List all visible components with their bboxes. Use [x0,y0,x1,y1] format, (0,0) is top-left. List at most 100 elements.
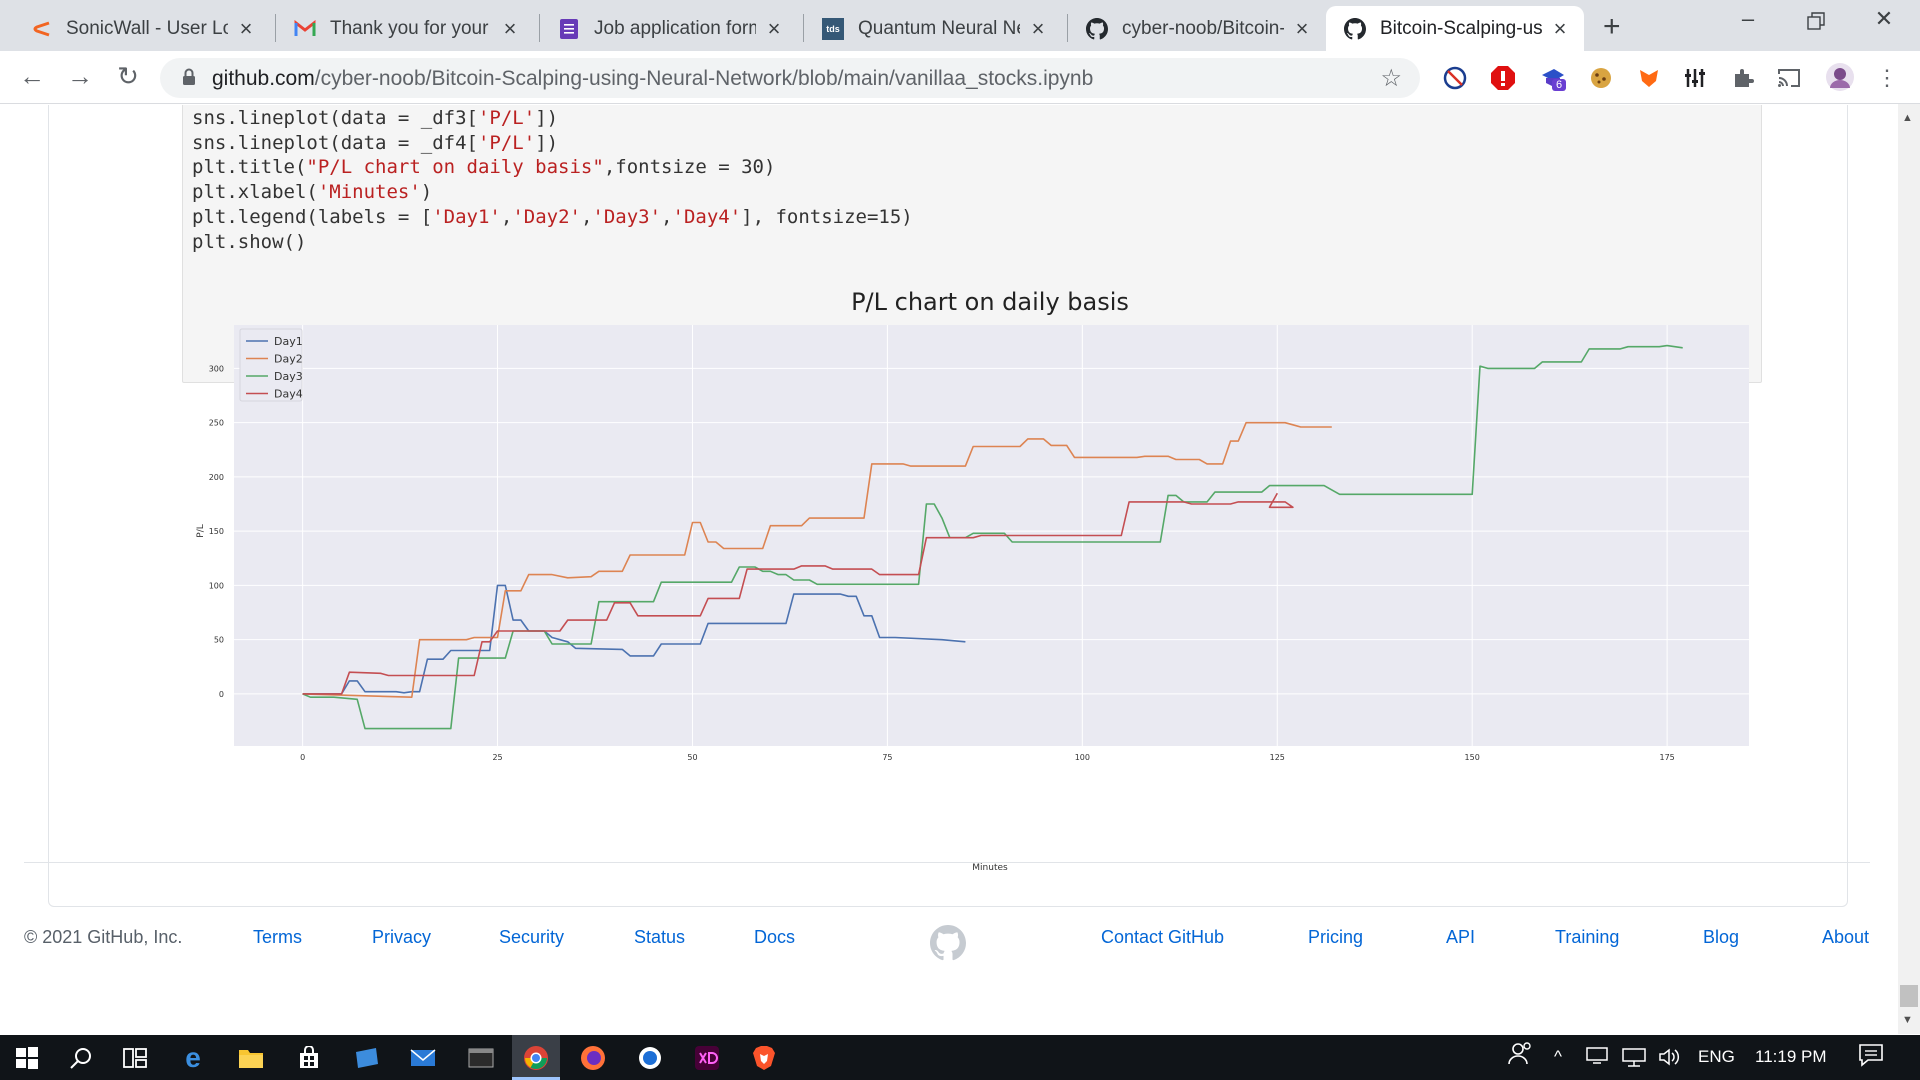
tds-icon: tds [822,17,844,40]
menu-kebab-icon[interactable]: ⋮ [1874,65,1900,91]
forms-icon [558,18,580,40]
tray-chevron-up-icon[interactable]: ^ [1554,1047,1562,1067]
network-icon[interactable] [1622,1047,1646,1072]
tab-title: Quantum Neural Net [858,17,1020,39]
block-extension-icon[interactable] [1442,65,1468,91]
windows-start-icon[interactable] [12,1043,42,1073]
pl-line-chart: 0 25 50 75 100 125 150 175 0 50 100 150 200 250 300 Da… [196,325,1749,873]
close-window-icon[interactable]: ✕ [1864,6,1904,32]
footer-link-blog[interactable]: Blog [1703,927,1739,948]
y-tick-label: 200 [209,473,224,482]
footer-link-pricing[interactable]: Pricing [1308,927,1363,948]
x-tick-label: 150 [1465,753,1480,762]
tab-strip: SonicWall - User Log × Thank you for you… [0,0,1920,51]
tab-title: SonicWall - User Log [66,17,228,39]
restore-icon[interactable] [1796,10,1836,36]
firefox-icon[interactable] [578,1043,608,1073]
lock-icon [182,68,196,91]
task-view-icon[interactable] [120,1043,150,1073]
chart-title: P/L chart on daily basis [851,288,1129,316]
tab-close-icon[interactable]: × [1028,16,1048,42]
store-icon[interactable] [294,1043,324,1073]
code-line: plt.xlabel('Minutes') [192,181,432,203]
github-logo-icon[interactable] [930,925,966,966]
mail-envelope-icon[interactable] [408,1043,438,1073]
legend-label: Day1 [274,335,303,348]
page-scrollbar[interactable] [1898,104,1920,1034]
back-icon[interactable]: ← [16,61,48,92]
minimize-icon[interactable]: – [1728,6,1768,32]
code-string-token: 'P/L' [477,107,536,129]
tab-github-notebook[interactable]: Bitcoin-Scalping-usi × [1326,6,1584,51]
tab-close-icon[interactable]: × [764,16,784,42]
fox-extension-icon[interactable] [1636,65,1662,91]
bookmark-star-icon[interactable]: ☆ [1380,64,1402,93]
footer-link-training[interactable]: Training [1555,927,1619,948]
code-token: sns.lineplot(data = _df4[ [192,132,478,154]
edge-icon[interactable]: e [178,1042,208,1073]
tab-close-icon[interactable]: × [1292,16,1312,42]
footer-link-about[interactable]: About [1822,927,1869,948]
tab-title: Thank you for your a [330,17,492,39]
code-string-token: 'Day2' [512,206,581,228]
scroll-down-icon[interactable]: ▼ [1902,1014,1913,1026]
adobe-xd-icon[interactable] [692,1043,722,1073]
reload-icon[interactable]: ↻ [112,61,144,92]
notification-center-icon[interactable] [1858,1043,1884,1072]
adblock-icon[interactable] [1490,65,1516,91]
extensions-puzzle-icon[interactable] [1730,65,1756,91]
cast-icon[interactable] [1776,65,1802,91]
tab-sonicwall[interactable]: SonicWall - User Log × [12,6,270,51]
equalizer-icon[interactable] [1682,65,1708,91]
y-tick-label: 250 [209,419,224,428]
code-line: plt.title("P/L chart on daily basis",fon… [192,156,775,178]
file-explorer-icon[interactable] [236,1043,266,1073]
tab-close-icon[interactable]: × [1550,16,1570,42]
legend-label: Day2 [274,353,303,366]
footer-copyright: © 2021 GitHub, Inc. [24,927,183,947]
code-token: ]) [535,107,559,129]
forward-icon[interactable]: → [64,61,96,92]
footer-link-privacy[interactable]: Privacy [372,927,431,948]
tab-gmail[interactable]: Thank you for your a × [276,6,534,51]
footer-link-api[interactable]: API [1446,927,1475,948]
people-icon[interactable] [1508,1042,1532,1071]
extension-badge-icon[interactable]: 6 [1540,65,1567,91]
tab-github-repo[interactable]: cyber-noob/Bitcoin- × [1068,6,1326,51]
tab-forms[interactable]: Job application form × [540,6,798,51]
footer-link-security[interactable]: Security [499,927,564,948]
mail-app-icon[interactable] [352,1043,382,1073]
footer-link-contact[interactable]: Contact GitHub [1101,927,1224,948]
code-token: , [661,206,673,228]
tds-logo-text: tds [822,17,844,40]
footer-link-docs[interactable]: Docs [754,927,795,948]
footer-link-status[interactable]: Status [634,927,685,948]
clock[interactable]: 11:19 PM [1755,1047,1827,1067]
address-bar[interactable]: github.com/cyber-noob/Bitcoin-Scalping-u… [160,58,1420,98]
code-string-token: "P/L chart on daily basis" [306,156,604,178]
terminal-icon[interactable] [466,1043,496,1073]
chrome-icon[interactable] [521,1043,551,1073]
scroll-up-icon[interactable]: ▲ [1902,112,1913,124]
cookie-icon[interactable] [1588,65,1614,91]
tab-title: Bitcoin-Scalping-usi [1380,17,1542,39]
browser-toolbar: ← → ↻ github.com/cyber-noob/Bitcoin-Scal… [0,51,1920,104]
url-text: github.com/cyber-noob/Bitcoin-Scalping-u… [212,67,1093,91]
profile-avatar[interactable] [1824,61,1856,93]
footer-link-terms[interactable]: Terms [253,927,302,948]
volume-icon[interactable] [1658,1047,1682,1072]
tab-tds[interactable]: tds Quantum Neural Net × [804,6,1062,51]
code-token: plt.legend(labels = [ [192,206,433,228]
footer-divider [24,862,1870,863]
new-tab-icon[interactable]: + [1603,10,1621,44]
language-indicator[interactable]: ENG [1698,1047,1735,1067]
search-icon[interactable] [66,1043,96,1073]
scrollbar-thumb[interactable] [1900,985,1918,1007]
brave-icon[interactable] [749,1043,779,1073]
monitor-icon[interactable] [1586,1047,1608,1070]
url-path: /cyber-noob/Bitcoin-Scalping-using-Neura… [314,67,1094,90]
tab-close-icon[interactable]: × [500,16,520,42]
x-tick-label: 50 [687,753,697,762]
tab-close-icon[interactable]: × [236,16,256,42]
app-blue-circle-icon[interactable] [635,1043,665,1073]
